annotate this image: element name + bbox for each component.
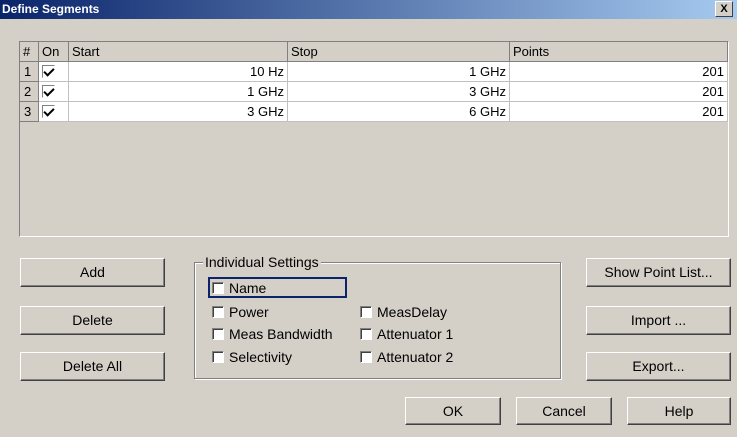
row-2-on-cell[interactable]: [39, 82, 69, 102]
row-header-2[interactable]: 2: [20, 82, 39, 102]
close-button[interactable]: X: [715, 1, 733, 17]
name-checkbox-box[interactable]: [212, 282, 224, 294]
row-1-on-cell[interactable]: [39, 62, 69, 82]
selectivity-checkbox-box[interactable]: [212, 351, 224, 363]
row-3-points-cell[interactable]: 201: [510, 102, 728, 122]
column-header-stop[interactable]: Stop: [288, 42, 510, 62]
row-3-start-cell[interactable]: 3 GHz: [69, 102, 288, 122]
segment-table: # On Start Stop Points 1 10 Hz 1 GHz 201…: [19, 41, 729, 237]
meas-delay-checkbox-box[interactable]: [360, 306, 372, 318]
attenuator-1-checkbox-box[interactable]: [360, 328, 372, 340]
column-header-points[interactable]: Points: [510, 42, 728, 62]
meas-delay-checkbox-label: MeasDelay: [377, 304, 448, 320]
row-1-stop-cell[interactable]: 1 GHz: [288, 62, 510, 82]
column-header-on[interactable]: On: [39, 42, 69, 62]
name-checkbox[interactable]: Name: [212, 281, 266, 296]
row-2-stop-cell[interactable]: 3 GHz: [288, 82, 510, 102]
define-segments-dialog: Define Segments X # On Start Stop Points…: [0, 0, 737, 437]
row-3-stop-cell[interactable]: 6 GHz: [288, 102, 510, 122]
help-button[interactable]: Help: [627, 397, 731, 425]
attenuator-2-checkbox-box[interactable]: [360, 351, 372, 363]
row-3-on-checkbox[interactable]: [42, 105, 55, 118]
attenuator-2-checkbox[interactable]: Attenuator 2: [360, 350, 453, 365]
window-title: Define Segments: [2, 2, 100, 16]
column-header-start[interactable]: Start: [69, 42, 288, 62]
column-header-number[interactable]: #: [20, 42, 39, 62]
meas-bandwidth-checkbox-box[interactable]: [212, 328, 224, 340]
selectivity-checkbox[interactable]: Selectivity: [212, 350, 292, 365]
title-bar: Define Segments X: [0, 0, 737, 19]
show-point-list-button[interactable]: Show Point List...: [586, 258, 731, 287]
row-2-points-cell[interactable]: 201: [510, 82, 728, 102]
row-1-on-checkbox[interactable]: [42, 65, 55, 78]
selectivity-checkbox-label: Selectivity: [229, 349, 293, 365]
ok-button[interactable]: OK: [405, 397, 501, 425]
row-2-start-cell[interactable]: 1 GHz: [69, 82, 288, 102]
row-3-on-cell[interactable]: [39, 102, 69, 122]
delete-button[interactable]: Delete: [20, 306, 165, 335]
row-header-1[interactable]: 1: [20, 62, 39, 82]
attenuator-1-checkbox[interactable]: Attenuator 1: [360, 327, 453, 342]
attenuator-1-checkbox-label: Attenuator 1: [377, 326, 454, 342]
export-button[interactable]: Export...: [586, 352, 731, 381]
name-checkbox-label: Name: [229, 280, 267, 296]
cancel-button[interactable]: Cancel: [516, 397, 612, 425]
power-checkbox-label: Power: [229, 304, 269, 320]
power-checkbox[interactable]: Power: [212, 305, 269, 320]
power-checkbox-box[interactable]: [212, 306, 224, 318]
meas-bandwidth-checkbox[interactable]: Meas Bandwidth: [212, 327, 333, 342]
row-header-3[interactable]: 3: [20, 102, 39, 122]
add-button[interactable]: Add: [20, 258, 165, 287]
attenuator-2-checkbox-label: Attenuator 2: [377, 349, 454, 365]
import-button[interactable]: Import ...: [586, 306, 731, 335]
row-2-on-checkbox[interactable]: [42, 85, 55, 98]
meas-bandwidth-checkbox-label: Meas Bandwidth: [229, 326, 333, 342]
individual-settings-label: Individual Settings: [203, 254, 321, 270]
delete-all-button[interactable]: Delete All: [20, 352, 165, 381]
row-1-start-cell[interactable]: 10 Hz: [69, 62, 288, 82]
meas-delay-checkbox[interactable]: MeasDelay: [360, 305, 447, 320]
row-1-points-cell[interactable]: 201: [510, 62, 728, 82]
